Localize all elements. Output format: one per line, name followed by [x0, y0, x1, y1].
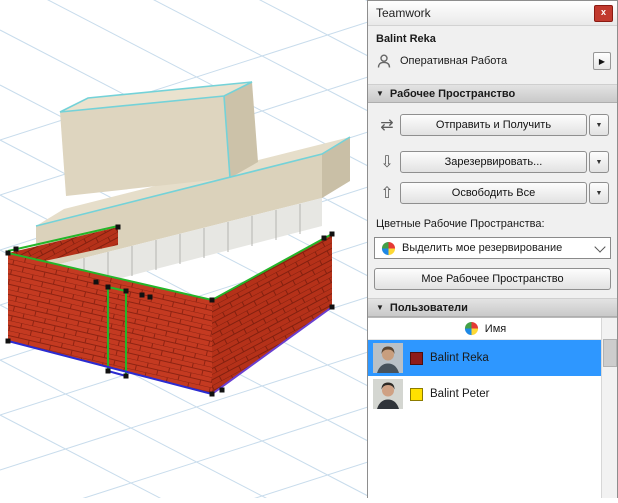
avatar [373, 379, 403, 409]
send-receive-icon: ⇄ [380, 117, 394, 134]
front-right-wall[interactable] [212, 234, 332, 394]
activity-row: Оперативная Работа ▶ [376, 50, 611, 72]
activity-flyout-button[interactable]: ▶ [593, 52, 611, 70]
user-color-swatch [410, 351, 423, 365]
chevron-down-icon [594, 240, 606, 253]
user-row-balint-reka[interactable]: Balint Reka [368, 340, 602, 376]
palette-titlebar[interactable]: Teamwork x [368, 1, 617, 26]
release-all-button[interactable]: Освободить Все [400, 182, 587, 204]
combobox-value: Выделить мое резервирование [402, 242, 563, 254]
reserve-dropdown[interactable]: ▼ [589, 151, 609, 173]
current-user-name: Balint Reka [376, 33, 436, 45]
section-title: Пользователи [389, 301, 468, 314]
send-receive-row: ⇄ Отправить и Получить ▼ [374, 114, 609, 136]
user-name: Balint Peter [430, 388, 490, 400]
release-all-dropdown[interactable]: ▼ [589, 182, 609, 204]
3d-scene [0, 0, 369, 503]
3d-viewport[interactable] [0, 0, 369, 503]
send-receive-dropdown[interactable]: ▼ [589, 114, 609, 136]
user-name: Balint Reka [430, 352, 489, 364]
person-icon [377, 54, 391, 68]
collapse-icon: ▼ [376, 89, 384, 98]
section-header-users[interactable]: ▼ Пользователи [368, 298, 617, 317]
colored-workspaces-icon [464, 321, 478, 336]
reserve-button[interactable]: Зарезервировать... [400, 151, 587, 173]
users-scrollbar[interactable] [601, 318, 617, 498]
user-color-swatch [410, 387, 423, 401]
collapse-icon: ▼ [376, 303, 384, 312]
send-receive-button[interactable]: Отправить и Получить [400, 114, 587, 136]
section-title: Рабочее Пространство [389, 87, 516, 100]
close-icon[interactable]: x [594, 5, 613, 22]
users-list: Имя Balint Reka Balint Peter [368, 317, 617, 498]
my-workspace-button[interactable]: Мое Рабочее Пространство [374, 268, 611, 290]
release-all-icon: ⇧ [380, 185, 394, 202]
users-name-column-header[interactable]: Имя [368, 318, 602, 340]
teamwork-palette: Teamwork x Balint Reka Оперативная Работ… [367, 0, 618, 498]
release-all-row: ⇧ Освободить Все ▼ [374, 182, 609, 204]
reserve-row: ⇩ Зарезервировать... ▼ [374, 151, 609, 173]
avatar [373, 343, 403, 373]
section-header-workspace[interactable]: ▼ Рабочее Пространство [368, 84, 617, 103]
palette-title: Teamwork [376, 6, 431, 20]
colored-workspaces-icon [381, 241, 396, 255]
activity-label: Оперативная Работа [400, 55, 508, 67]
name-header-label: Имя [484, 322, 507, 335]
user-row-balint-peter[interactable]: Balint Peter [368, 376, 602, 412]
highlight-reservation-combobox[interactable]: Выделить мое резервирование [374, 237, 611, 259]
scrollbar-thumb[interactable] [603, 339, 617, 367]
colored-workspaces-label: Цветные Рабочие Пространства: [376, 218, 545, 230]
reserve-icon: ⇩ [380, 154, 394, 171]
